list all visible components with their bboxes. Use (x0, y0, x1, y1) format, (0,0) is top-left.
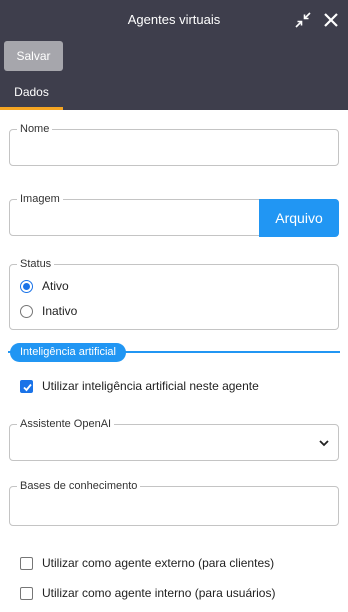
save-button[interactable]: Salvar (4, 41, 63, 71)
check-icon (23, 383, 32, 391)
checkbox[interactable] (20, 556, 33, 570)
checkbox[interactable] (20, 379, 33, 393)
radio-button[interactable] (20, 304, 33, 318)
checkbox-label: Utilizar inteligência artificial neste a… (42, 379, 259, 393)
radio-label: Inativo (42, 304, 78, 318)
imagem-label: Imagem (17, 192, 63, 206)
shrink-icon[interactable] (292, 9, 314, 31)
section-title-ia: Inteligência artificial (10, 343, 126, 362)
radio-inativo[interactable]: Inativo (20, 304, 77, 318)
assistente-label: Assistente OpenAI (17, 417, 115, 431)
checkbox-interno[interactable]: Utilizar como agente interno (para usuár… (20, 586, 275, 600)
assistente-select[interactable]: Assistente OpenAI (9, 417, 339, 461)
radio-button[interactable] (20, 279, 33, 293)
window-titlebar: Agentes virtuais (0, 0, 348, 40)
close-icon[interactable] (320, 9, 342, 31)
arquivo-button[interactable]: Arquivo (259, 199, 339, 237)
nome-field[interactable]: Nome (9, 122, 339, 166)
tab-bar: Dados (0, 73, 348, 110)
tab-dados[interactable]: Dados (0, 73, 63, 110)
nome-label: Nome (17, 122, 53, 136)
checkbox-use-ai[interactable]: Utilizar inteligência artificial neste a… (20, 379, 259, 393)
radio-label: Ativo (42, 279, 69, 293)
imagem-field[interactable]: Imagem Arquivo (9, 192, 339, 237)
status-group: Status (9, 257, 339, 330)
radio-ativo[interactable]: Ativo (20, 279, 69, 293)
checkbox[interactable] (20, 586, 33, 600)
status-label: Status (17, 257, 55, 271)
checkbox-label: Utilizar como agente externo (para clien… (42, 556, 275, 570)
bases-field[interactable]: Bases de conhecimento (9, 479, 339, 526)
checkbox-label: Utilizar como agente interno (para usuár… (42, 586, 276, 600)
chevron-down-icon[interactable] (318, 437, 330, 452)
checkbox-externo[interactable]: Utilizar como agente externo (para clien… (20, 556, 274, 570)
toolbar: Salvar (0, 40, 348, 73)
bases-label: Bases de conhecimento (17, 479, 141, 493)
